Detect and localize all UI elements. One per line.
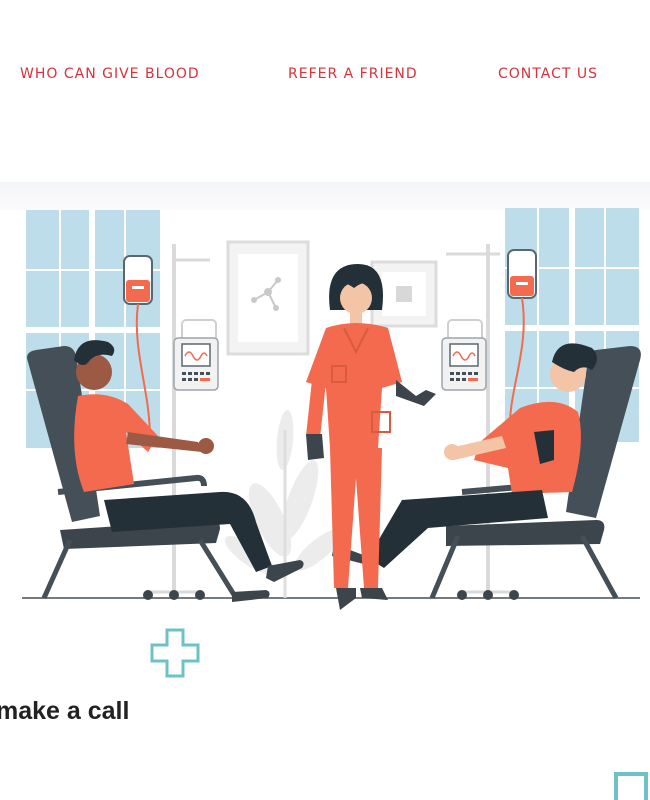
nav-link-refer-a-friend[interactable]: REFER A FRIEND bbox=[288, 66, 418, 82]
wall-frame-molecule bbox=[226, 240, 310, 356]
section-heading: make a call bbox=[0, 697, 130, 725]
medical-cross-icon bbox=[150, 628, 200, 678]
nav-link-contact-us[interactable]: CONTACT US bbox=[498, 66, 598, 82]
nav-link-who-can-give-blood[interactable]: WHO CAN GIVE BLOOD bbox=[20, 66, 200, 82]
decorative-square-icon bbox=[614, 772, 648, 800]
top-navigation: WHO CAN GIVE BLOOD REFER A FRIEND CONTAC… bbox=[0, 0, 650, 150]
donor-left bbox=[27, 340, 304, 602]
monitor-left bbox=[173, 319, 219, 391]
monitor-right bbox=[441, 319, 487, 391]
blood-donation-illustration bbox=[22, 208, 641, 610]
